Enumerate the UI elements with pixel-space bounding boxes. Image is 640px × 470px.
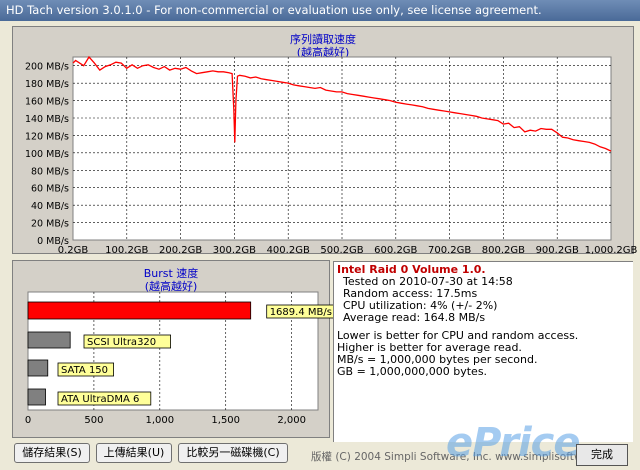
compare-drive-button[interactable]: 比較另一磁碟機(C)	[178, 443, 288, 463]
y-tick-label: 140 MB/s	[25, 114, 69, 125]
upload-results-button[interactable]: 上傳結果(U)	[96, 443, 172, 463]
burst-chart-title-line2: (越高越好)	[144, 280, 198, 293]
y-tick-label: 100 MB/s	[25, 149, 69, 160]
eprice-watermark: ePrice	[446, 420, 580, 466]
plot-area	[72, 56, 612, 241]
y-tick-label: 80 MB/s	[31, 166, 69, 177]
y-tick-label: 180 MB/s	[25, 79, 69, 90]
average-read: Average read: 164.8 MB/s	[343, 311, 486, 324]
y-tick-label: 40 MB/s	[31, 201, 69, 212]
x-tick-label: 700.2GB	[428, 245, 471, 256]
burst-chart-panel: Burst 速度 (越高越好)	[12, 260, 330, 438]
x-tick-label: 400.2GB	[267, 245, 310, 256]
x-tick-label: 500.2GB	[320, 245, 363, 256]
finish-button[interactable]: 完成	[576, 444, 628, 466]
x-tick-label: 100.2GB	[105, 245, 148, 256]
x-tick-label: 300.2GB	[213, 245, 256, 256]
x-tick-label: 600.2GB	[374, 245, 417, 256]
x-tick-label: 800.2GB	[482, 245, 525, 256]
y-tick-label: 200 MB/s	[25, 62, 69, 73]
save-results-button[interactable]: 儲存結果(S)	[14, 443, 90, 463]
x-tick-label: 900.2GB	[536, 245, 579, 256]
y-tick-label: 0 MB/s	[37, 236, 69, 247]
results-info-box: Intel Raid 0 Volume 1.0. Tested on 2010-…	[333, 261, 633, 442]
burst-chart-title: Burst 速度 (越高越好)	[13, 267, 329, 293]
burst-chart-title-line1: Burst 速度	[143, 267, 199, 280]
y-tick-label: 60 MB/s	[31, 184, 69, 195]
x-tick-label: 1,000.2GB	[585, 245, 638, 256]
x-tick-label: 200.2GB	[159, 245, 202, 256]
y-tick-label: 160 MB/s	[25, 97, 69, 108]
note-gb-definition: GB = 1,000,000,000 bytes.	[337, 365, 488, 378]
y-tick-label: 120 MB/s	[25, 131, 69, 142]
y-tick-label: 20 MB/s	[31, 219, 69, 230]
